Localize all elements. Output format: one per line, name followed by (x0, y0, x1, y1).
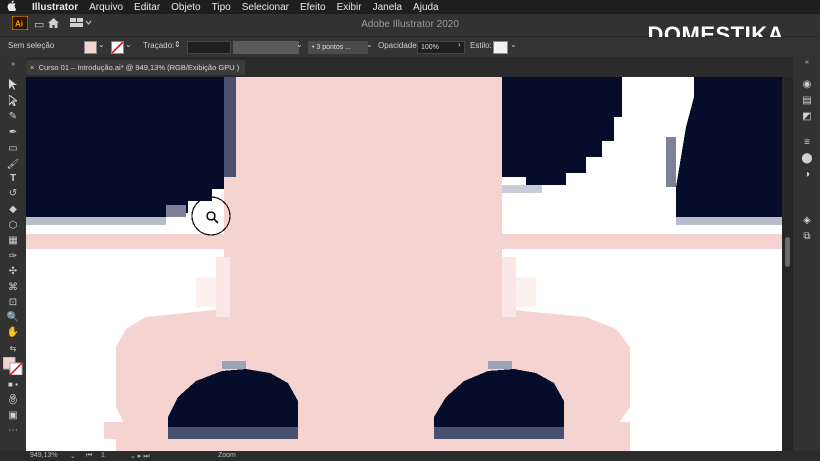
style-dropdown-icon[interactable]: ⌄ (510, 40, 517, 49)
edit-toolbar-icon[interactable]: ⋯ (6, 425, 20, 437)
type-tool-icon[interactable]: T (6, 173, 20, 185)
layers-panel-icon[interactable]: ◈ (800, 215, 814, 227)
opacity-dropdown-icon[interactable]: › (458, 40, 461, 49)
document-tab-title: Curso 01 – Introdução.ai* @ 949,13% (RGB… (38, 63, 240, 72)
dock-collapse-icon[interactable]: « (800, 59, 814, 71)
properties-panel-icon[interactable]: ◉ (800, 79, 814, 91)
eyedropper-tool-icon[interactable]: ✑ (6, 251, 20, 263)
menu-efeito[interactable]: Efeito (300, 2, 326, 13)
stroke-weight-stepper-icon[interactable]: ⇕ (174, 40, 181, 49)
mac-menu-bar: Illustrator Arquivo Editar Objeto Tipo S… (0, 0, 820, 14)
document-tab-bar: × Curso 01 – Introdução.ai* @ 949,13% (R… (26, 60, 782, 75)
scrollbar-thumb[interactable] (785, 237, 790, 267)
swap-fill-stroke-icon[interactable]: ⇆ (6, 343, 20, 355)
artboard-number[interactable]: 1 (101, 452, 105, 459)
gradient-tool-icon[interactable]: ▦ (6, 235, 20, 247)
stroke-panel-icon[interactable]: ≡ (800, 137, 814, 149)
menu-ajuda[interactable]: Ajuda (413, 2, 439, 13)
rotate-tool-icon[interactable]: ↺ (6, 188, 20, 200)
hand-tool-icon[interactable]: ✋ (6, 327, 20, 339)
apple-icon[interactable] (7, 0, 21, 14)
opacity-label: Opacidade: (378, 41, 419, 50)
variable-width-profile[interactable] (233, 41, 299, 54)
fill-dropdown-icon[interactable]: ⌄ (98, 40, 105, 49)
right-panel-dock: « ◉ ▤ ◩ ≡ ⬤ ◑ ◈ ⧉ (793, 57, 820, 461)
stroke-label: Traçado: (143, 41, 175, 50)
stroke-weight-field[interactable] (187, 41, 231, 54)
rectangle-tool-icon[interactable]: ▭ (6, 143, 20, 155)
menu-arquivo[interactable]: Arquivo (89, 2, 123, 13)
libraries-panel-icon[interactable]: ▤ (800, 95, 814, 107)
curvature-tool-icon[interactable]: ✎ (6, 111, 20, 123)
brush-value: 3 pontos ... (316, 44, 352, 51)
puppet-warp-tool-icon[interactable]: ✣ (6, 266, 20, 278)
toolbar-collapse-icon[interactable]: » (6, 59, 20, 71)
menu-exibir[interactable]: Exibir (337, 2, 362, 13)
current-tool-label: Zoom (218, 452, 236, 459)
menu-illustrator[interactable]: Illustrator (32, 2, 78, 13)
document-tab[interactable]: × Curso 01 – Introdução.ai* @ 949,13% (R… (26, 60, 246, 75)
zoom-dropdown-icon[interactable]: ⌄ (70, 452, 76, 460)
zoom-tool-icon[interactable]: 🔍 (6, 312, 20, 324)
control-bar: Sem seleção ⌄ ⌄ Traçado: ⇕ ⌄ • 3 pontos … (0, 37, 820, 57)
artboards-panel-icon[interactable]: ⧉ (800, 231, 814, 243)
selection-tool-icon[interactable] (6, 79, 20, 91)
stroke-dropdown-icon[interactable]: ⌄ (125, 40, 132, 49)
brush-definition[interactable]: • 3 pontos ... (308, 41, 368, 54)
fill-color-swatch[interactable] (84, 41, 97, 54)
menu-tipo[interactable]: Tipo (212, 2, 231, 13)
shaper-tool-icon[interactable]: ⬡ (6, 220, 20, 232)
stroke-color-swatch[interactable] (111, 41, 124, 54)
profile-dropdown-icon[interactable]: ⌄ (296, 40, 303, 49)
brush-dot-icon: • (312, 44, 315, 51)
symbol-sprayer-tool-icon[interactable]: ⌘ (6, 282, 20, 294)
selection-status: Sem seleção (8, 41, 55, 50)
artboard-canvas[interactable] (26, 77, 782, 451)
status-bar: 949,13% ⌄ ⏮ 1 ⌄ ▸ ⏭ Zoom (0, 451, 820, 461)
eraser-tool-icon[interactable]: ◆ (6, 204, 20, 216)
style-label: Estilo: (470, 41, 492, 50)
brush-dropdown-icon[interactable]: ⌄ (366, 40, 373, 49)
direct-selection-tool-icon[interactable] (6, 94, 20, 107)
color-mode-icons[interactable]: ■ ▪ ⊘ (6, 379, 20, 401)
menu-selecionar[interactable]: Selecionar (242, 2, 289, 13)
color-guide-panel-icon[interactable]: ⬤ (800, 153, 814, 165)
paintbrush-tool-icon[interactable]: 🖌 (6, 159, 20, 171)
menu-janela[interactable]: Janela (373, 2, 402, 13)
artboard-nav-icon[interactable]: ⌄ ▸ ⏭ (130, 452, 150, 461)
close-tab-icon[interactable]: × (30, 63, 34, 72)
menu-editar[interactable]: Editar (134, 2, 160, 13)
draw-mode-icon[interactable]: ◎ (6, 395, 20, 407)
artboard-tool-icon[interactable]: ⊡ (6, 297, 20, 309)
menu-objeto[interactable]: Objeto (171, 2, 200, 13)
zoom-level[interactable]: 949,13% (30, 452, 58, 459)
screen-mode-icon[interactable]: ▣ (6, 410, 20, 422)
first-artboard-icon[interactable]: ⏮ (86, 452, 92, 460)
fill-stroke-indicator-icon[interactable] (2, 356, 23, 376)
pen-tool-icon[interactable]: ✒ (6, 127, 20, 139)
appearance-panel-icon[interactable]: ◩ (800, 111, 814, 123)
graphic-style-swatch[interactable] (493, 41, 508, 54)
tools-panel: » ✎ ✒ ▭ 🖌 T ↺ ◆ ⬡ ▦ ✑ ✣ ⌘ ⊡ 🔍 ✋ ⇆ ■ ▪ ⊘ … (0, 57, 26, 461)
vertical-scrollbar[interactable] (782, 77, 793, 451)
zoomed-pixel-art (26, 77, 782, 451)
transparency-panel-icon[interactable]: ◑ (800, 169, 814, 181)
